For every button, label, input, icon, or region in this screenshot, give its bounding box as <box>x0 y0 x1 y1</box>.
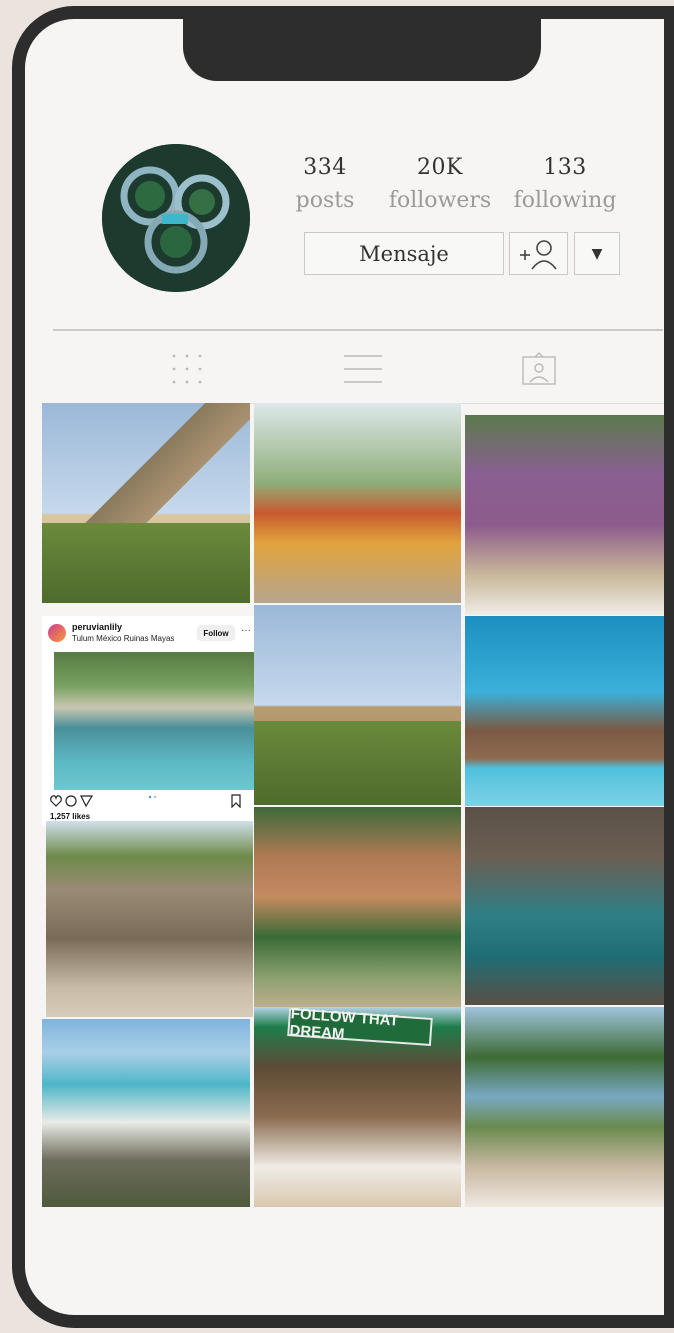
photo-wooden-statue[interactable] <box>254 807 461 1007</box>
heart-icon <box>50 795 62 807</box>
phone-frame-edge <box>664 6 674 1328</box>
follow-that-dream-sign: FOLLOW THAT DREAM <box>287 1005 433 1046</box>
list-icon <box>344 355 382 383</box>
embedded-post-photo <box>54 652 255 790</box>
tab-tagged[interactable] <box>519 351 559 387</box>
photo-tulum-beach[interactable] <box>42 1019 250 1207</box>
photo-dock-turquoise-water[interactable] <box>465 616 672 806</box>
tab-grid[interactable] <box>167 351 207 387</box>
stat-posts-label: posts <box>295 188 355 213</box>
photo-tulum-signs[interactable] <box>254 403 461 603</box>
stat-following-label: following <box>513 188 617 213</box>
bookmark-icon <box>231 794 241 809</box>
phone-screen: 334 posts 20K followers 133 following Me… <box>12 6 674 1328</box>
tab-list[interactable] <box>341 351 385 387</box>
embedded-post-likes: 1,257 likes <box>50 812 91 821</box>
comment-icon <box>65 795 77 807</box>
tagged-icon <box>522 352 556 385</box>
stat-following[interactable]: 133 following <box>510 155 620 213</box>
embedded-post-more-icon: ··· <box>241 625 251 636</box>
chevron-down-icon: ▼ <box>591 245 603 262</box>
avatar[interactable] <box>102 144 250 292</box>
follow-button[interactable] <box>509 232 568 275</box>
photo-cenote-post[interactable]: peruvianlily Tulum México Ruinas Mayas F… <box>42 616 255 826</box>
avatar-image <box>102 144 250 292</box>
stat-following-value: 133 <box>543 155 587 180</box>
share-icon <box>80 795 94 808</box>
stat-followers-label: followers <box>388 188 492 213</box>
photo-coba-ruins[interactable] <box>46 821 253 1017</box>
embedded-post-avatar <box>48 624 66 642</box>
message-button[interactable]: Mensaje <box>304 232 504 275</box>
stat-posts[interactable]: 334 posts <box>270 155 380 213</box>
photo-purple-sculpture[interactable] <box>465 415 672 615</box>
stat-posts-value: 334 <box>303 155 347 180</box>
photo-chichen-itza-pyramid-2[interactable] <box>254 605 461 805</box>
stat-followers[interactable]: 20K followers <box>385 155 495 213</box>
embedded-post-actions <box>50 794 250 809</box>
more-options-button[interactable]: ▼ <box>574 232 620 275</box>
profile-divider <box>53 329 663 331</box>
embedded-post-username: peruvianlily <box>72 622 123 632</box>
photo-cave-cenote[interactable] <box>465 807 672 1005</box>
photo-chichen-itza-pyramid[interactable] <box>42 403 250 603</box>
grid-icon <box>172 354 202 384</box>
photo-yoga-headstand[interactable] <box>465 1007 672 1207</box>
embedded-post-location: Tulum México Ruinas Mayas <box>72 634 175 643</box>
stat-followers-value: 20K <box>417 155 463 180</box>
phone-notch <box>183 19 541 81</box>
embedded-post-header: peruvianlily Tulum México Ruinas Mayas F… <box>42 616 255 652</box>
embedded-post-follow-button: Follow <box>197 625 235 641</box>
add-user-icon <box>519 239 557 269</box>
